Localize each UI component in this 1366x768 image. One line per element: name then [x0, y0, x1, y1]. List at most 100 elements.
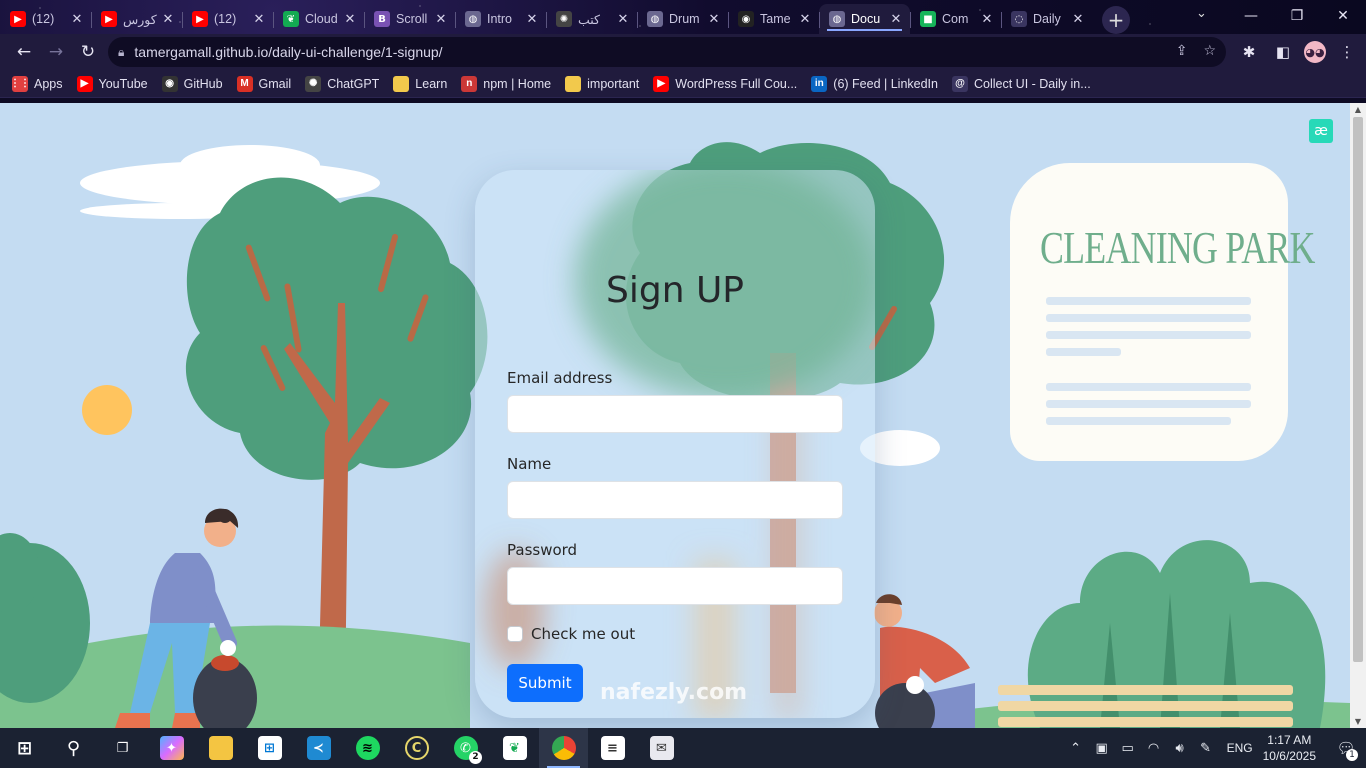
bookmark-item[interactable]: ◉ GitHub	[161, 75, 223, 92]
bookmark-label: YouTube	[98, 76, 148, 91]
browser-tab[interactable]: ▶ كورس ✕	[91, 4, 182, 34]
copilot-icon: ✦	[159, 736, 184, 760]
browser-tab[interactable]: ■ Com ✕	[910, 4, 1001, 34]
address-bar[interactable]: 🔒︎ tamergamall.github.io/daily-ui-challe…	[108, 37, 1226, 67]
tab-close-icon[interactable]: ✕	[797, 12, 813, 27]
name-label: Name	[507, 455, 552, 473]
tab-search-chevron-icon[interactable]: ⌄	[1196, 6, 1207, 21]
tray-chevron-up-icon[interactable]: ⌃	[1064, 741, 1088, 756]
bookmark-item[interactable]: ▶ WordPress Full Cou...	[653, 75, 797, 92]
bench	[998, 685, 1293, 727]
file-explorer-app[interactable]	[196, 728, 245, 768]
tab-close-icon[interactable]: ✕	[888, 12, 904, 27]
page-scrollbar[interactable]: ▲ ▼	[1350, 103, 1366, 728]
clock-time: 1:17 AM	[1267, 733, 1312, 747]
chrome-app[interactable]	[539, 728, 588, 768]
spotify-app[interactable]: ≋	[343, 728, 392, 768]
notification-center-icon[interactable]: 💬︎ 1	[1326, 739, 1366, 761]
tab-close-icon[interactable]: ✕	[160, 12, 176, 27]
tab-close-icon[interactable]: ✕	[251, 12, 267, 27]
browser-tab[interactable]: B Scroll ✕	[364, 4, 455, 34]
clock[interactable]: 1:17 AM 10/6/2025	[1263, 732, 1316, 764]
browser-tab[interactable]: ◍ Docu ✕	[819, 4, 910, 34]
back-button[interactable]: ←	[8, 36, 40, 68]
close-window-button[interactable]: ✕	[1320, 0, 1366, 32]
bookmark-star-icon[interactable]: ☆	[1203, 43, 1216, 59]
tab-close-icon[interactable]: ✕	[1070, 12, 1086, 27]
url-text[interactable]: tamergamall.github.io/daily-ui-challenge…	[134, 44, 442, 60]
browser-tab-title: Com	[942, 12, 969, 26]
browser-tab[interactable]: ▶ (12) ✕	[182, 4, 273, 34]
youtube-icon: ▶	[653, 75, 670, 92]
chrome-menu-icon[interactable]: ⋮	[1334, 36, 1360, 68]
browser-tab[interactable]: ◉ Tame ✕	[728, 4, 819, 34]
language-indicator[interactable]: ENG	[1227, 741, 1253, 755]
browser-tab-title: Docu	[851, 12, 881, 26]
browser-tab[interactable]: ◍ Drum ✕	[637, 4, 728, 34]
extensions-puzzle-icon[interactable]: ✱	[1236, 36, 1262, 68]
bookmark-item[interactable]: in (6) Feed | LinkedIn	[811, 75, 938, 92]
scroll-up-arrow-icon[interactable]: ▲	[1350, 105, 1366, 114]
bookmark-item[interactable]: ⋮⋮ Apps	[10, 75, 63, 92]
browser-tab[interactable]: ❦ Cloud ✕	[273, 4, 364, 34]
name-input[interactable]	[507, 481, 843, 519]
wifi-icon[interactable]: ◠	[1142, 741, 1166, 756]
volume-icon[interactable]: 🔊︎	[1168, 741, 1192, 756]
task-view-button[interactable]: ❐	[98, 728, 147, 768]
bookmark-item[interactable]: n npm | Home	[461, 75, 551, 92]
codeblocks-app[interactable]: C	[392, 728, 441, 768]
scroll-down-arrow-icon[interactable]: ▼	[1350, 717, 1366, 726]
submit-button[interactable]: Submit	[507, 664, 583, 702]
browser-tab[interactable]: ✺ كتب ✕	[546, 4, 637, 34]
whatsapp-app[interactable]: ✆ 2	[441, 728, 490, 768]
bookmark-item[interactable]: M Gmail	[236, 75, 291, 92]
battery-icon[interactable]: ▭	[1116, 741, 1140, 756]
search-button[interactable]: ⚲	[49, 728, 98, 768]
check-me-out-row[interactable]: Check me out	[507, 625, 635, 643]
bookmark-item[interactable]: important	[565, 75, 639, 92]
profile-avatar[interactable]: ◕◕	[1304, 41, 1326, 63]
tab-close-icon[interactable]: ✕	[69, 12, 85, 27]
email-input[interactable]	[507, 395, 843, 433]
tab-close-icon[interactable]: ✕	[342, 12, 358, 27]
share-icon[interactable]: ⇪	[1176, 43, 1188, 59]
notepad-app[interactable]: ≡	[588, 728, 637, 768]
ae-extension-badge[interactable]: æ	[1309, 119, 1333, 143]
tab-close-icon[interactable]: ✕	[433, 12, 449, 27]
tab-close-icon[interactable]: ✕	[524, 12, 540, 27]
mongodb-compass-app[interactable]: ❦	[490, 728, 539, 768]
password-input[interactable]	[507, 567, 843, 605]
lorem-text-line	[1046, 383, 1251, 391]
signup-title: Sign UP	[605, 270, 745, 311]
bookmark-item[interactable]: ▶ YouTube	[76, 75, 148, 92]
new-tab-button[interactable]: +	[1102, 6, 1130, 34]
side-panel-icon[interactable]: ◧	[1270, 36, 1296, 68]
browser-tab[interactable]: ◌ Daily ✕	[1001, 4, 1092, 34]
check-me-out-checkbox[interactable]	[507, 626, 523, 642]
tab-close-icon[interactable]: ✕	[706, 12, 722, 27]
browser-tab[interactable]: ◍ Intro ✕	[455, 4, 546, 34]
bookmark-item[interactable]: @ Collect UI - Daily in...	[951, 75, 1091, 92]
microsoft-store-app[interactable]: ⊞	[245, 728, 294, 768]
bookmark-item[interactable]: ✺ ChatGPT	[305, 75, 379, 92]
minimize-button[interactable]: —	[1228, 0, 1274, 32]
pen-icon[interactable]: ✎	[1194, 741, 1218, 756]
bookmark-item[interactable]: Learn	[393, 75, 447, 92]
check-me-out-label[interactable]: Check me out	[531, 625, 635, 643]
reload-button[interactable]: ↻	[72, 36, 104, 68]
copilot-app[interactable]: ✦	[147, 728, 196, 768]
start-button[interactable]: ⊞	[0, 728, 49, 768]
vscode-app[interactable]: ≺	[294, 728, 343, 768]
youtube-icon: ▶	[10, 11, 26, 27]
restore-button[interactable]: ❐	[1274, 0, 1320, 32]
meet-now-icon[interactable]: ▣	[1090, 741, 1114, 756]
green-square-icon: ■	[920, 11, 936, 27]
lock-icon[interactable]: 🔒︎	[118, 45, 124, 60]
forward-button[interactable]: →	[40, 36, 72, 68]
tab-close-icon[interactable]: ✕	[615, 12, 631, 27]
mail-app[interactable]: ✉	[637, 728, 686, 768]
browser-tab-title: كتب	[578, 12, 600, 27]
browser-tab[interactable]: ▶ (12) ✕	[0, 4, 91, 34]
tab-close-icon[interactable]: ✕	[979, 12, 995, 27]
scrollbar-thumb[interactable]	[1353, 117, 1363, 662]
